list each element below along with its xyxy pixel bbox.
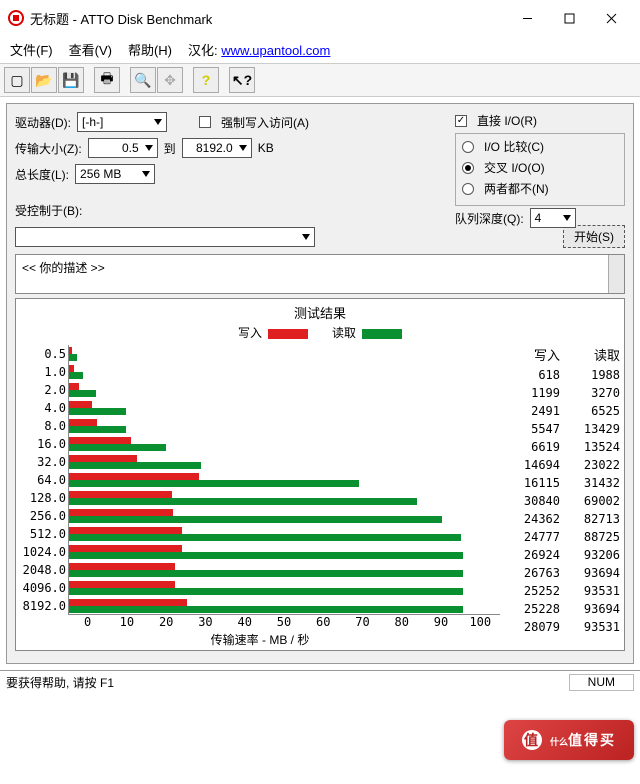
queue-combo[interactable]: 4 xyxy=(530,208,576,228)
force-write-checkbox[interactable] xyxy=(199,116,211,128)
maximize-button[interactable] xyxy=(548,6,590,30)
xfer-unit: KB xyxy=(258,141,274,155)
arrow-help-icon[interactable]: ↖? xyxy=(229,67,255,93)
menu-help[interactable]: 帮助(H) xyxy=(128,40,172,59)
preview-icon[interactable]: 🔍 xyxy=(130,67,156,93)
save-icon[interactable]: 💾 xyxy=(58,67,84,93)
x-axis-labels: 0102030405060708090100 xyxy=(68,615,500,629)
xfer-to-combo[interactable]: 8192.0 xyxy=(182,138,252,158)
io-compare-radio[interactable] xyxy=(462,141,474,153)
watermark-badge: 值 什么值得买 xyxy=(504,720,634,760)
menu-view[interactable]: 查看(V) xyxy=(69,40,112,59)
print-icon[interactable]: 🖶 xyxy=(94,67,120,93)
settings-panel: 驱动器(D): [-h-] 强制写入访问(A) 传输大小(Z): 0.5 到 8… xyxy=(6,103,634,664)
move-icon[interactable]: ✥ xyxy=(157,67,183,93)
chart-bars xyxy=(68,345,500,615)
translate-label: 汉化: www.upantool.com xyxy=(188,40,330,59)
overlapped-radio[interactable] xyxy=(462,162,474,174)
len-label: 总长度(L): xyxy=(15,166,69,183)
new-icon[interactable]: ▢ xyxy=(4,67,30,93)
help-icon[interactable]: ? xyxy=(193,67,219,93)
chart-legend: 写入 读取 xyxy=(20,324,620,341)
drive-combo[interactable]: [-h-] xyxy=(77,112,167,132)
neither-radio[interactable] xyxy=(462,183,474,195)
translate-link[interactable]: www.upantool.com xyxy=(221,43,330,58)
scrollbar[interactable] xyxy=(608,255,624,293)
len-combo[interactable]: 256 MB xyxy=(75,164,155,184)
window-title: 无标题 - ATTO Disk Benchmark xyxy=(30,9,506,28)
drive-label: 驱动器(D): xyxy=(15,114,71,131)
menubar: 文件(F) 查看(V) 帮助(H) 汉化: www.upantool.com xyxy=(0,36,640,63)
description-box[interactable]: << 你的描述 >> xyxy=(15,254,625,294)
menu-file[interactable]: 文件(F) xyxy=(10,40,53,59)
options-group: 直接 I/O(R) I/O 比较(C) 交叉 I/O(O) 两者都不(N) 队列… xyxy=(455,112,625,232)
controlled-label: 受控制于(B): xyxy=(15,202,82,219)
results-title: 测试结果 xyxy=(20,303,620,322)
statusbar: 要获得帮助, 请按 F1 NUM xyxy=(0,670,640,694)
x-axis-title: 传输速率 - MB / 秒 xyxy=(20,631,500,648)
results-panel: 测试结果 写入 读取 0.51.02.04.08.016.032.064.012… xyxy=(15,298,625,651)
status-num: NUM xyxy=(569,674,634,691)
status-help-text: 要获得帮助, 请按 F1 xyxy=(6,674,114,691)
titlebar: 无标题 - ATTO Disk Benchmark xyxy=(0,0,640,36)
toolbar: ▢ 📂 💾 🖶 🔍 ✥ ? ↖? xyxy=(0,63,640,97)
app-icon xyxy=(8,10,24,26)
close-button[interactable] xyxy=(590,6,632,30)
direct-io-checkbox[interactable] xyxy=(455,115,467,127)
results-data-columns: 写入读取 61819881199327024916525554713429661… xyxy=(500,345,620,648)
xfer-from-combo[interactable]: 0.5 xyxy=(88,138,158,158)
minimize-button[interactable] xyxy=(506,6,548,30)
queue-label: 队列深度(Q): xyxy=(455,210,524,227)
xfer-label: 传输大小(Z): xyxy=(15,140,82,157)
open-icon[interactable]: 📂 xyxy=(31,67,57,93)
controlled-combo[interactable] xyxy=(15,227,315,247)
xfer-to-label: 到 xyxy=(164,140,176,157)
force-write-label: 强制写入访问(A) xyxy=(221,114,309,131)
y-axis-labels: 0.51.02.04.08.016.032.064.0128.0256.0512… xyxy=(20,345,68,615)
